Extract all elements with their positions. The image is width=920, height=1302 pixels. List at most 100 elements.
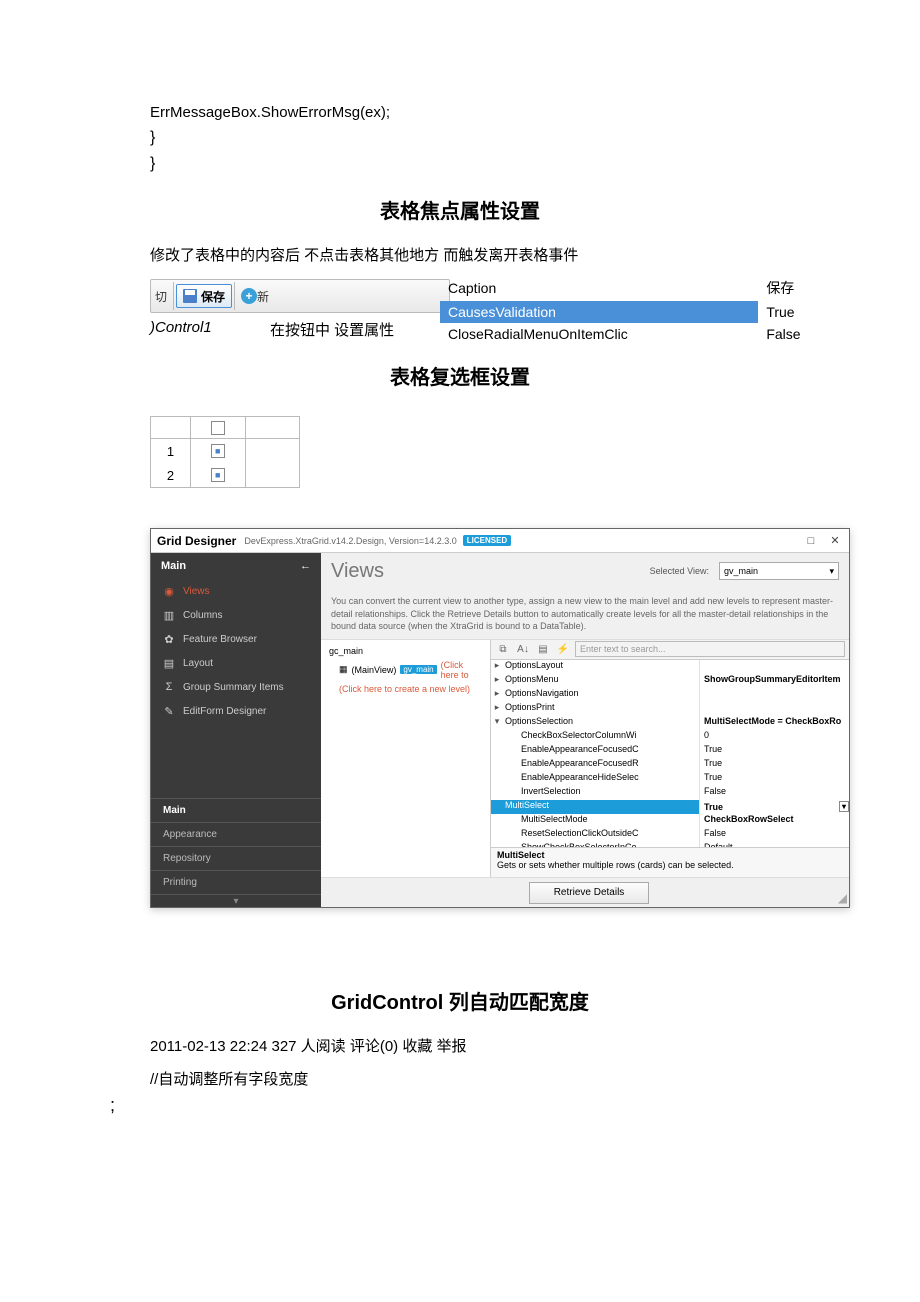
- flash-icon[interactable]: ⚡: [555, 641, 571, 657]
- close-icon[interactable]: ✕: [827, 535, 843, 547]
- resize-grip-icon[interactable]: ◢: [838, 891, 847, 905]
- titlebar: Grid Designer DevExpress.XtraGrid.v14.2.…: [151, 529, 849, 553]
- window-title: Grid Designer: [157, 534, 236, 548]
- checkbox[interactable]: [211, 468, 225, 482]
- semicolon: ;: [50, 1095, 870, 1116]
- propgrid-row[interactable]: CheckBoxSelectorColumnWi0: [491, 730, 849, 744]
- main-area: Views Selected View: gv_main▾ You can co…: [321, 553, 849, 907]
- pages-icon[interactable]: ▤: [535, 641, 551, 657]
- propgrid-row[interactable]: ResetSelectionClickOutsideCFalse: [491, 828, 849, 842]
- grid-row[interactable]: 1: [151, 439, 299, 463]
- license-badge: LICENSED: [463, 535, 511, 546]
- sidebar-label: Layout: [183, 658, 213, 669]
- sidebar-item[interactable]: ✎ EditForm Designer: [151, 699, 321, 723]
- sidebar-header: Main ←: [151, 553, 321, 579]
- propgrid-row[interactable]: ▸OptionsNavigation: [491, 688, 849, 702]
- sort-icon[interactable]: A↓: [515, 641, 531, 657]
- divider: [173, 282, 174, 310]
- sidebar-label: EditForm Designer: [183, 706, 266, 717]
- propgrid-search[interactable]: Enter text to search...: [575, 641, 845, 657]
- code-line: ErrMessageBox.ShowErrorMsg(ex);: [50, 100, 870, 125]
- chevron-down-icon: ▾: [829, 566, 834, 577]
- code-brace: }: [50, 151, 870, 177]
- sidebar-section-main[interactable]: Main: [151, 799, 321, 822]
- save-label: 保存: [201, 288, 225, 305]
- prop-row-selected[interactable]: CausesValidation True: [440, 301, 840, 323]
- prop-value: [699, 688, 849, 702]
- prop-value: True: [699, 772, 849, 786]
- chevron-down-icon[interactable]: ▾: [839, 801, 849, 812]
- view-tag: gv_main: [400, 665, 436, 674]
- prop-key: MultiSelectMode: [503, 814, 699, 828]
- mid-note: 在按钮中 设置属性: [270, 319, 394, 340]
- row-number: 2: [151, 463, 191, 487]
- sidebar-section-repository[interactable]: Repository: [151, 847, 321, 870]
- designer-footer: Retrieve Details: [321, 877, 849, 907]
- propgrid-row[interactable]: ▸OptionsLayout: [491, 660, 849, 674]
- categorize-icon[interactable]: ⧉: [495, 641, 511, 657]
- expand-icon[interactable]: ▸: [491, 660, 503, 674]
- prop-key: CausesValidation: [440, 301, 758, 323]
- cut-button[interactable]: 切: [151, 281, 171, 311]
- maximize-icon[interactable]: □: [803, 535, 819, 547]
- expand-icon[interactable]: ▸: [491, 674, 503, 688]
- add-button[interactable]: 新: [237, 281, 273, 311]
- sidebar-icon: ✎: [163, 705, 175, 718]
- views-header: Views Selected View: gv_main▾: [321, 553, 849, 589]
- prop-row[interactable]: Caption 保存: [440, 275, 840, 301]
- sidebar-item[interactable]: ▥Columns: [151, 603, 321, 627]
- propgrid-row[interactable]: InvertSelectionFalse: [491, 786, 849, 800]
- prop-value: CheckBoxRowSelect: [699, 814, 849, 828]
- meta-line: 2011-02-13 22:24 327 人阅读 评论(0) 收藏 举报: [50, 1029, 870, 1062]
- tree-node[interactable]: ▦ (MainView) gv_main (Click here to: [325, 658, 486, 682]
- propgrid-row[interactable]: EnableAppearanceFocusedCTrue: [491, 744, 849, 758]
- propgrid-row-selected[interactable]: MultiSelectTrue▾: [491, 800, 849, 814]
- checkbox-header[interactable]: [211, 421, 225, 435]
- expand-icon[interactable]: ▸: [491, 688, 503, 702]
- propgrid-row[interactable]: ▸OptionsMenuShowGroupSummaryEditorItem: [491, 674, 849, 688]
- checkbox[interactable]: [211, 444, 225, 458]
- sidebar-item[interactable]: ◉Views: [151, 579, 321, 603]
- sidebar-icon: ▤: [163, 657, 175, 670]
- sidebar: Main ← ◉Views▥Columns✿Feature Browser ▤ La…: [151, 553, 321, 907]
- propgrid-row[interactable]: ▾OptionsSelectionMultiSelectMode = Check…: [491, 716, 849, 730]
- propgrid-help: MultiSelect Gets or sets whether multipl…: [491, 847, 849, 877]
- create-level-link[interactable]: (Click here to create a new level): [325, 682, 486, 694]
- description: 修改了表格中的内容后 不点击表格其他地方 而触发离开表格事件: [50, 238, 870, 271]
- sidebar-section-appearance[interactable]: Appearance: [151, 823, 321, 846]
- save-button[interactable]: 保存: [176, 284, 232, 308]
- prop-key: CheckBoxSelectorColumnWi: [503, 730, 699, 744]
- sidebar-item[interactable]: ✿Feature Browser: [151, 627, 321, 651]
- divider: [234, 282, 235, 310]
- prop-key: ResetSelectionClickOutsideC: [503, 828, 699, 842]
- selected-view-dropdown[interactable]: gv_main▾: [719, 562, 839, 580]
- propgrid-row[interactable]: ▸OptionsPrint: [491, 702, 849, 716]
- propgrid-row[interactable]: MultiSelectModeCheckBoxRowSelect: [491, 814, 849, 828]
- propgrid-row[interactable]: EnableAppearanceHideSelecTrue: [491, 772, 849, 786]
- expand-icon[interactable]: ▸: [491, 702, 503, 716]
- heading-autowidth: GridControl 列自动匹配宽度: [50, 968, 870, 1029]
- sidebar-icon: ▥: [163, 609, 175, 622]
- code-brace: }: [50, 125, 870, 151]
- prop-row[interactable]: CloseRadialMenuOnItemClic False: [440, 323, 840, 345]
- comment-line: //自动调整所有字段宽度: [50, 1062, 870, 1095]
- prop-key: EnableAppearanceFocusedC: [503, 744, 699, 758]
- tree-root[interactable]: gc_main: [325, 644, 486, 658]
- control-label: )Control1: [150, 319, 212, 336]
- save-icon: [183, 289, 197, 303]
- sidebar-icon: ✿: [163, 633, 175, 646]
- grid-row[interactable]: 2: [151, 463, 299, 487]
- sidebar-label: Views: [183, 586, 210, 597]
- sidebar-item[interactable]: ΣGroup Summary Items: [151, 675, 321, 699]
- prop-key: EnableAppearanceFocusedR: [503, 758, 699, 772]
- add-label: 新: [257, 288, 269, 305]
- prop-value: True: [699, 758, 849, 772]
- views-title: Views: [331, 560, 640, 583]
- retrieve-details-button[interactable]: Retrieve Details: [529, 882, 649, 904]
- propgrid-row[interactable]: EnableAppearanceFocusedRTrue: [491, 758, 849, 772]
- sidebar-section-printing[interactable]: Printing: [151, 871, 321, 894]
- back-icon[interactable]: ←: [300, 560, 311, 572]
- sidebar-item[interactable]: ▤ Layout: [151, 651, 321, 675]
- expand-icon[interactable]: ▾: [491, 716, 503, 730]
- expand-icon[interactable]: ▾: [151, 895, 321, 907]
